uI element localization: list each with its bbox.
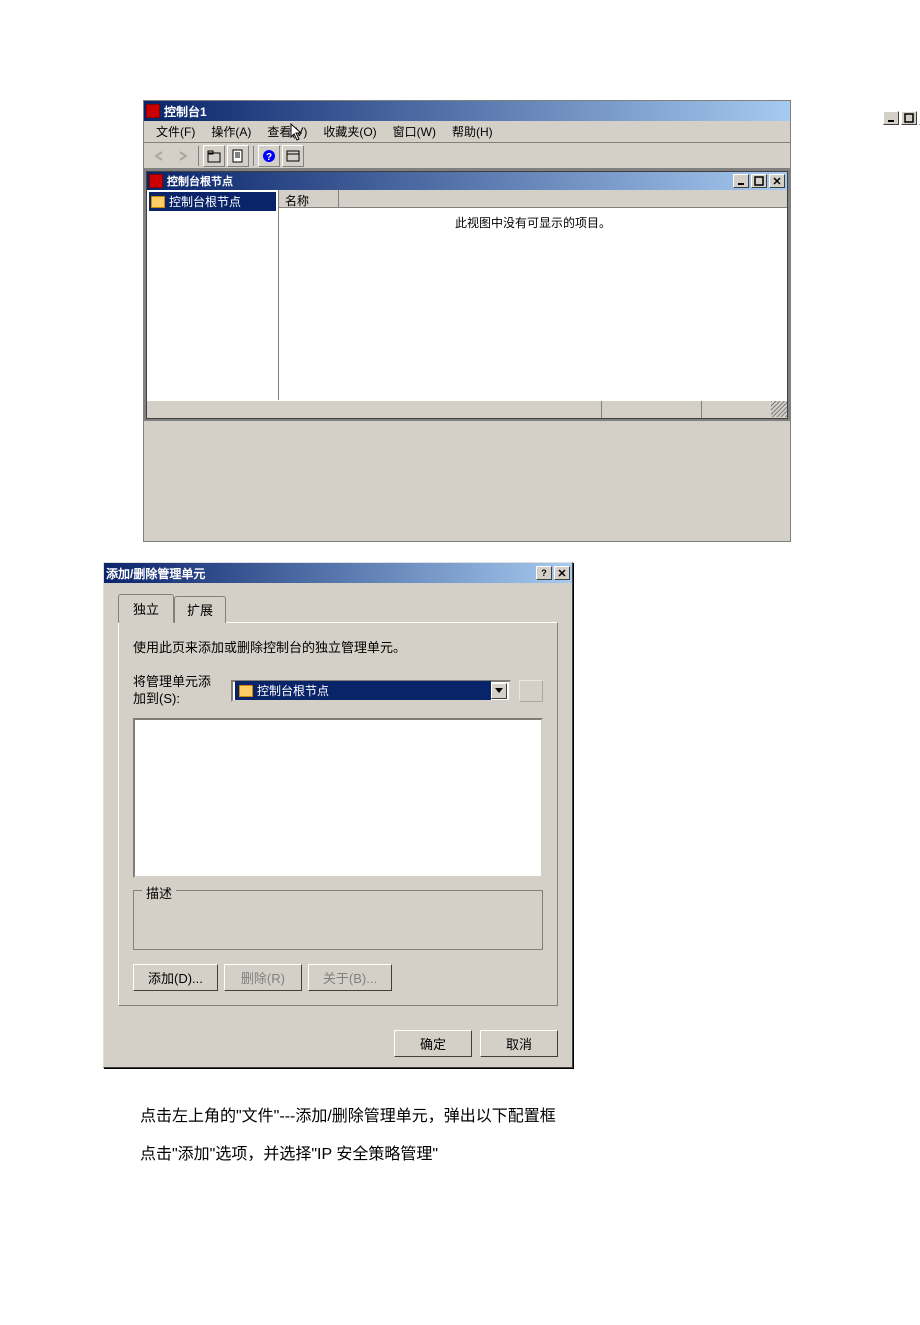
- mdi-area: 控制台根节点 控制台根节点: [144, 169, 790, 421]
- child-title: 控制台根节点: [167, 173, 733, 189]
- add-remove-snapin-dialog: 添加/删除管理单元 ? 独立 扩展 使用此页来添加或删除控制台的独立管理单元。 …: [103, 562, 573, 1068]
- properties-button[interactable]: [227, 145, 249, 167]
- about-button: 关于(B)...: [308, 964, 392, 991]
- dialog-help-button[interactable]: ?: [536, 566, 552, 580]
- ok-button[interactable]: 确定: [394, 1030, 472, 1057]
- up-level-button[interactable]: [203, 145, 225, 167]
- snapin-target-combo[interactable]: 控制台根节点: [231, 680, 511, 702]
- dialog-close-button[interactable]: [554, 566, 570, 580]
- mmc-empty-area: [144, 421, 790, 541]
- child-statusbar: [147, 400, 787, 418]
- dialog-title: 添加/删除管理单元: [106, 565, 536, 582]
- maximize-button[interactable]: [901, 111, 917, 125]
- tree-root-item[interactable]: 控制台根节点: [149, 192, 276, 211]
- child-minimize-button[interactable]: [733, 174, 749, 188]
- tab-standalone[interactable]: 独立: [118, 594, 174, 623]
- mmc-title: 控制台1: [164, 103, 788, 120]
- tree-root-label: 控制台根节点: [169, 193, 241, 210]
- combo-value: 控制台根节点: [257, 682, 329, 699]
- menu-help[interactable]: 帮助(H): [444, 121, 501, 142]
- child-titlebar[interactable]: 控制台根节点: [147, 172, 787, 190]
- toolbar-button[interactable]: [282, 145, 304, 167]
- instruction-line-1: 点击左上角的"文件"---添加/删除管理单元，弹出以下配置框: [140, 1098, 920, 1136]
- child-maximize-button[interactable]: [751, 174, 767, 188]
- menu-file[interactable]: 文件(F): [148, 121, 203, 142]
- mmc-titlebar[interactable]: 控制台1: [144, 101, 790, 121]
- child-close-button[interactable]: [769, 174, 785, 188]
- nav-forward-button[interactable]: [172, 145, 194, 167]
- list-empty-message: 此视图中没有可显示的项目。: [279, 208, 787, 400]
- resize-grip[interactable]: [771, 401, 787, 417]
- nav-back-button[interactable]: [148, 145, 170, 167]
- menu-window[interactable]: 窗口(W): [385, 121, 444, 142]
- tabs: 独立 扩展: [118, 594, 558, 623]
- mmc-icon: [146, 104, 160, 118]
- dialog-titlebar[interactable]: 添加/删除管理单元 ?: [104, 563, 572, 583]
- folder-icon: [151, 196, 165, 208]
- cursor-icon: [290, 123, 304, 141]
- add-to-label: 将管理单元添加到(S):: [133, 674, 223, 708]
- folder-icon: [239, 685, 253, 697]
- menu-favorites[interactable]: 收藏夹(O): [315, 121, 384, 142]
- menubar: 文件(F) 操作(A) 查看(V) 收藏夹(O) 窗口(W) 帮助(H): [144, 121, 790, 143]
- toolbar: ?: [144, 143, 790, 169]
- menu-action[interactable]: 操作(A): [203, 121, 259, 142]
- parent-window-controls: [883, 111, 920, 125]
- mmc-main-window: 控制台1 文件(F) 操作(A) 查看(V) 收藏夹(O) 窗口(W) 帮助(H…: [143, 100, 791, 542]
- browse-button[interactable]: [519, 680, 543, 702]
- column-name[interactable]: 名称: [279, 190, 339, 207]
- mmc-icon: [149, 174, 163, 188]
- toolbar-separator: [253, 146, 254, 166]
- svg-text:?: ?: [266, 152, 272, 163]
- minimize-button[interactable]: [883, 111, 899, 125]
- add-button[interactable]: 添加(D)...: [133, 964, 218, 991]
- list-header[interactable]: 名称: [279, 190, 787, 208]
- menu-view[interactable]: 查看(V): [259, 121, 315, 142]
- mdi-child-window: 控制台根节点 控制台根节点: [146, 171, 788, 419]
- help-button[interactable]: ?: [258, 145, 280, 167]
- instructions: 点击左上角的"文件"---添加/删除管理单元，弹出以下配置框 点击"添加"选项，…: [140, 1098, 920, 1175]
- tab-extensions[interactable]: 扩展: [174, 596, 226, 623]
- list-pane: 名称 此视图中没有可显示的项目。: [279, 190, 787, 400]
- tree-pane[interactable]: 控制台根节点: [147, 190, 279, 400]
- tab-content: 使用此页来添加或删除控制台的独立管理单元。 将管理单元添加到(S): 控制台根节…: [118, 622, 558, 1006]
- cancel-button[interactable]: 取消: [480, 1030, 558, 1057]
- chevron-down-icon[interactable]: [491, 683, 507, 699]
- groupbox-title: 描述: [142, 883, 176, 902]
- snapin-listbox[interactable]: [133, 718, 543, 878]
- description-groupbox: 描述: [133, 890, 543, 950]
- toolbar-separator: [198, 146, 199, 166]
- instruction-line-2: 点击"添加"选项，并选择"IP 安全策略管理": [140, 1136, 920, 1174]
- remove-button: 删除(R): [224, 964, 302, 991]
- tab-description: 使用此页来添加或删除控制台的独立管理单元。: [133, 637, 543, 656]
